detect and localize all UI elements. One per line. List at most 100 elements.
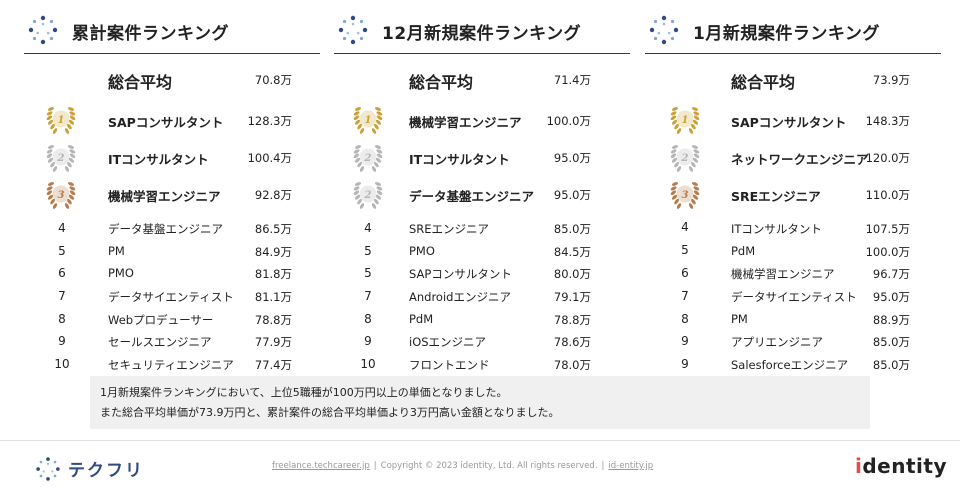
column-header: 1月新規案件ランキング [645,10,941,54]
average-value: 71.4万 [553,73,591,87]
summary-line: 1月新規案件ランキングにおいて、上位5職種が100万円以上の単価となりました。 [100,386,508,399]
rank-value: 78.8万 [553,313,591,327]
rank-number: 5 [364,266,372,280]
site-link[interactable]: freelance.techcareer.jp [272,461,370,471]
rank-name: 機械学習エンジニア [731,267,835,281]
rank-value: 107.5万 [865,222,910,236]
average-label: 総合平均 [409,73,474,92]
bronze-medal-icon: 3 [670,182,700,209]
rank-name: PdM [409,312,434,326]
svg-text:3: 3 [58,190,65,201]
rank-name: iOSエンジニア [409,335,487,349]
svg-text:3: 3 [682,190,689,201]
rank-name: 機械学習エンジニア [409,115,522,130]
rank-value: 78.8万 [254,313,292,327]
rank-value: 85.0万 [553,222,591,236]
silver-medal-icon: 2 [353,182,383,209]
company-link[interactable]: id-entity.jp [608,461,653,471]
silver-medal-icon: 2 [46,145,76,172]
column-title: 12月新規案件ランキング [382,24,582,44]
column-header: 累計案件ランキング [24,10,320,54]
rank-value: 78.0万 [553,358,591,372]
rank-number: 8 [681,312,689,326]
rank-value: 96.7万 [872,267,910,281]
rank-name: SREエンジニア [731,189,821,204]
average-value: 70.8万 [254,73,292,87]
rank-value: 86.5万 [254,222,292,236]
rank-value: 95.0万 [553,151,591,165]
identity-logo: identity [855,454,947,478]
rank-number: 6 [58,266,66,280]
rank-name: ITコンサルタント [108,152,209,167]
separator: | [373,461,377,471]
summary-box: 1月新規案件ランキングにおいて、上位5職種が100万円以上の単価となりました。 … [90,376,870,429]
average-label: 総合平均 [108,73,173,92]
svg-text:2: 2 [364,153,372,164]
rank-number: 4 [681,220,689,234]
separator: | [601,461,605,471]
silver-medal-icon: 2 [353,145,383,172]
ranking-column-cumulative: 累計案件ランキング 総合平均 70.8万 1 SAPコンサルタント 128.3万… [24,0,320,380]
rank-value: 81.8万 [254,267,292,281]
dotted-circle-logo-icon [28,15,58,45]
rank-number: 5 [364,244,372,258]
rank-value: 78.6万 [553,335,591,349]
rank-value: 95.0万 [553,188,591,202]
rank-value: 120.0万 [865,151,910,165]
rank-name: SAPコンサルタント [409,267,512,281]
rank-name: PdM [731,244,756,258]
rank-name: PMO [409,244,435,258]
gold-medal-icon: 1 [46,107,76,134]
ranking-column-january: 1月新規案件ランキング 総合平均 73.9万 1 SAPコンサルタント 148.… [645,0,941,380]
rank-value: 79.1万 [553,290,591,304]
rank-name: Webプロデューサー [108,313,214,327]
rank-value: 100.0万 [865,245,910,259]
rank-value: 77.4万 [254,358,292,372]
rank-value: 110.0万 [865,188,910,202]
rank-name: データ基盤エンジニア [108,222,223,236]
rank-value: 84.5万 [553,245,591,259]
svg-text:1: 1 [58,115,65,126]
rank-name: PMO [108,266,134,280]
footer: テクフリ freelance.techcareer.jp | Copyright ©… [0,440,960,490]
svg-text:2: 2 [364,190,372,201]
svg-text:1: 1 [365,115,372,126]
rank-number: 10 [54,357,70,371]
rank-value: 95.0万 [872,290,910,304]
rank-name: SAPコンサルタント [731,115,847,130]
rank-number: 5 [58,244,66,258]
silver-medal-icon: 2 [670,145,700,172]
summary-line: また総合平均単価が73.9万円と、累計案件の総合平均単価より3万円高い金額となり… [100,406,560,419]
rank-name: ITコンサルタント [409,152,510,167]
svg-text:2: 2 [681,153,689,164]
rank-name: データサイエンティスト [108,290,234,304]
average-value: 73.9万 [872,73,910,87]
svg-text:1: 1 [682,115,689,126]
rank-value: 80.0万 [553,267,591,281]
dotted-circle-logo-icon [36,457,60,481]
rank-value: 85.0万 [872,358,910,372]
rank-name: セールスエンジニア [108,335,212,349]
rank-name: SREエンジニア [409,222,490,236]
rank-value: 77.9万 [254,335,292,349]
column-title: 1月新規案件ランキング [693,24,880,44]
rank-number: 6 [681,266,689,280]
rank-name: ITコンサルタント [731,222,822,236]
rank-value: 84.9万 [254,245,292,259]
rank-name: Salesforceエンジニア [731,358,849,372]
brand-name: テクフリ [68,461,144,481]
rank-number: 4 [58,221,66,235]
ranking-column-december: 12月新規案件ランキング 総合平均 71.4万 1 機械学習エンジニア 100.… [334,0,630,380]
rank-number: 9 [364,334,372,348]
rank-name: データ基盤エンジニア [409,189,535,204]
rank-number: 5 [681,243,689,257]
rank-number: 9 [58,334,66,348]
rank-name: 機械学習エンジニア [108,189,221,204]
rank-number: 7 [681,289,689,303]
rank-value: 88.9万 [872,313,910,327]
column-title: 累計案件ランキング [72,24,229,44]
rank-name: PM [731,312,748,326]
rank-number: 7 [364,289,372,303]
rank-value: 128.3万 [247,114,292,128]
copyright-text: Copyright © 2023 identity, Ltd. All righ… [380,461,598,471]
